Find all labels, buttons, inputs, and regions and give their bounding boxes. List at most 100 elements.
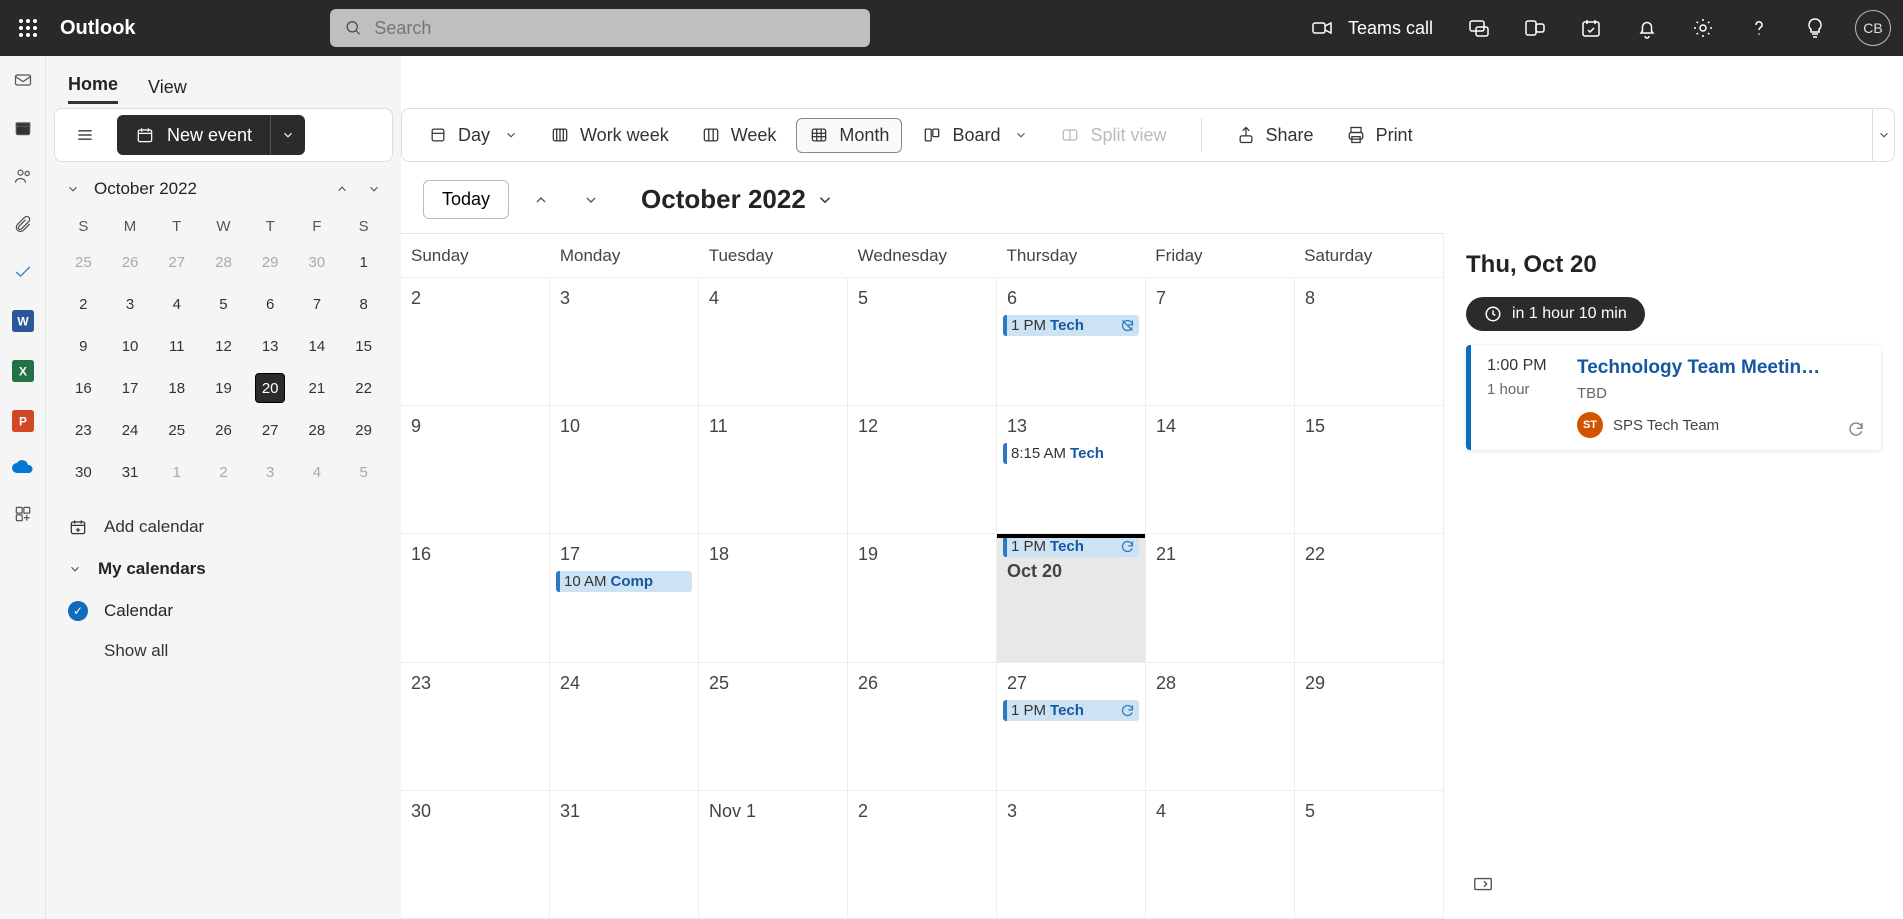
minical-day-cell[interactable]: 18 bbox=[153, 367, 200, 409]
minical-day-cell[interactable]: 15 bbox=[340, 325, 387, 367]
search-input[interactable] bbox=[374, 18, 855, 39]
today-button[interactable]: Today bbox=[423, 180, 509, 219]
minical-day-cell[interactable]: 3 bbox=[107, 283, 154, 325]
calendar-day-cell[interactable]: 21 bbox=[1146, 534, 1295, 661]
app-launcher[interactable] bbox=[0, 0, 56, 56]
teams-icon[interactable] bbox=[1507, 0, 1563, 56]
minical-day-cell[interactable]: 1 bbox=[340, 241, 387, 283]
calendar-day-cell[interactable]: 11 bbox=[699, 406, 848, 533]
calendar-day-cell[interactable]: 7 bbox=[1146, 278, 1295, 405]
next-month[interactable] bbox=[573, 186, 609, 214]
minical-collapse[interactable] bbox=[60, 176, 86, 202]
calendar-day-cell[interactable]: 3 bbox=[550, 278, 699, 405]
tab-view[interactable]: View bbox=[148, 77, 187, 104]
calendar-day-cell[interactable]: 2 bbox=[401, 278, 550, 405]
minical-day-cell[interactable]: 30 bbox=[60, 451, 107, 493]
minical-day-cell[interactable]: 6 bbox=[247, 283, 294, 325]
minical-day-cell[interactable]: 23 bbox=[60, 409, 107, 451]
event-chip[interactable]: 1 PM Tech bbox=[1003, 315, 1139, 336]
calendar-day-cell[interactable]: 138:15 AM Tech bbox=[997, 406, 1146, 533]
event-chip[interactable]: 1 PM Tech bbox=[1003, 536, 1139, 557]
calendar-day-cell[interactable]: 16 bbox=[401, 534, 550, 661]
view-board-button[interactable]: Board bbox=[910, 119, 1040, 152]
calendar-day-cell[interactable]: 12 bbox=[848, 406, 997, 533]
minical-day-cell[interactable]: 5 bbox=[200, 283, 247, 325]
minical-day-cell[interactable]: 27 bbox=[247, 409, 294, 451]
new-event-button[interactable]: New event bbox=[117, 115, 270, 155]
tips-icon[interactable] bbox=[1787, 0, 1843, 56]
minical-day-cell[interactable]: 29 bbox=[247, 241, 294, 283]
month-title-dropdown[interactable]: October 2022 bbox=[641, 184, 834, 215]
split-view-button[interactable]: Split view bbox=[1048, 119, 1178, 152]
rail-mail-icon[interactable] bbox=[13, 70, 33, 90]
minical-day-cell[interactable]: 17 bbox=[107, 367, 154, 409]
calendar-day-cell[interactable]: 29 bbox=[1295, 663, 1443, 790]
minical-day-cell[interactable]: 28 bbox=[294, 409, 341, 451]
calendar-day-cell[interactable]: 5 bbox=[1295, 791, 1443, 918]
minical-day-cell[interactable]: 30 bbox=[294, 241, 341, 283]
minical-day-cell[interactable]: 25 bbox=[153, 409, 200, 451]
rail-excel-icon[interactable]: X bbox=[12, 360, 34, 382]
calendar-day-cell[interactable]: 271 PM Tech bbox=[997, 663, 1146, 790]
calendar-day-cell[interactable]: 1 PM TechOct 20 bbox=[997, 534, 1146, 661]
calendar-day-cell[interactable]: 1710 AM Comp bbox=[550, 534, 699, 661]
minical-day-cell[interactable]: 28 bbox=[200, 241, 247, 283]
minical-day-cell[interactable]: 7 bbox=[294, 283, 341, 325]
view-workweek-button[interactable]: Work week bbox=[538, 119, 681, 152]
minical-day-cell[interactable]: 5 bbox=[340, 451, 387, 493]
event-chip[interactable]: 1 PM Tech bbox=[1003, 700, 1139, 721]
minical-day-cell[interactable]: 21 bbox=[294, 367, 341, 409]
calendar-day-cell[interactable]: 14 bbox=[1146, 406, 1295, 533]
minical-day-cell[interactable]: 4 bbox=[294, 451, 341, 493]
rail-more-apps-icon[interactable] bbox=[13, 504, 33, 524]
calendar-day-cell[interactable]: 4 bbox=[699, 278, 848, 405]
share-button[interactable]: Share bbox=[1224, 119, 1326, 152]
calendar-day-cell[interactable]: Nov 1 bbox=[699, 791, 848, 918]
minical-day-cell[interactable]: 13 bbox=[247, 325, 294, 367]
notifications-icon[interactable] bbox=[1619, 0, 1675, 56]
minical-title[interactable]: October 2022 bbox=[94, 179, 329, 199]
event-chip[interactable]: 10 AM Comp bbox=[556, 571, 692, 592]
settings-icon[interactable] bbox=[1675, 0, 1731, 56]
calendar-day-cell[interactable]: 5 bbox=[848, 278, 997, 405]
print-button[interactable]: Print bbox=[1334, 119, 1425, 152]
new-event-dropdown[interactable] bbox=[270, 115, 305, 155]
calendar-day-cell[interactable]: 31 bbox=[550, 791, 699, 918]
minical-day-cell[interactable]: 11 bbox=[153, 325, 200, 367]
chat-icon[interactable] bbox=[1451, 0, 1507, 56]
minical-day-cell[interactable]: 2 bbox=[200, 451, 247, 493]
minical-day-cell[interactable]: 24 bbox=[107, 409, 154, 451]
minical-day-cell[interactable]: 4 bbox=[153, 283, 200, 325]
calendar-day-cell[interactable]: 4 bbox=[1146, 791, 1295, 918]
toolbar-overflow[interactable] bbox=[1872, 109, 1894, 161]
rail-files-icon[interactable] bbox=[13, 214, 33, 234]
teams-call-button[interactable]: Teams call bbox=[1310, 16, 1451, 40]
minical-day-cell[interactable]: 26 bbox=[200, 409, 247, 451]
calendar-day-cell[interactable]: 22 bbox=[1295, 534, 1443, 661]
calendar-day-cell[interactable]: 2 bbox=[848, 791, 997, 918]
prev-month[interactable] bbox=[523, 186, 559, 214]
calendar-day-cell[interactable]: 23 bbox=[401, 663, 550, 790]
calendar-day-cell[interactable]: 30 bbox=[401, 791, 550, 918]
rail-people-icon[interactable] bbox=[13, 166, 33, 186]
rail-powerpoint-icon[interactable]: P bbox=[12, 410, 34, 432]
rail-todo-icon[interactable] bbox=[13, 262, 33, 282]
minical-day-cell[interactable]: 8 bbox=[340, 283, 387, 325]
view-day-button[interactable]: Day bbox=[416, 119, 530, 152]
calendar-day-cell[interactable]: 15 bbox=[1295, 406, 1443, 533]
tab-home[interactable]: Home bbox=[68, 74, 118, 104]
hide-agenda-button[interactable] bbox=[1466, 867, 1500, 901]
calendar-day-cell[interactable]: 9 bbox=[401, 406, 550, 533]
minical-day-cell[interactable]: 2 bbox=[60, 283, 107, 325]
calendar-day-cell[interactable]: 8 bbox=[1295, 278, 1443, 405]
minical-day-cell[interactable]: 1 bbox=[153, 451, 200, 493]
calendar-day-cell[interactable]: 28 bbox=[1146, 663, 1295, 790]
minical-day-cell[interactable]: 31 bbox=[107, 451, 154, 493]
minical-day-cell[interactable]: 12 bbox=[200, 325, 247, 367]
minical-prev[interactable] bbox=[329, 176, 355, 202]
minical-day-cell[interactable]: 3 bbox=[247, 451, 294, 493]
minical-next[interactable] bbox=[361, 176, 387, 202]
minical-day-cell[interactable]: 10 bbox=[107, 325, 154, 367]
calendar-day-cell[interactable]: 25 bbox=[699, 663, 848, 790]
show-all-calendars[interactable]: Show all bbox=[46, 631, 401, 671]
